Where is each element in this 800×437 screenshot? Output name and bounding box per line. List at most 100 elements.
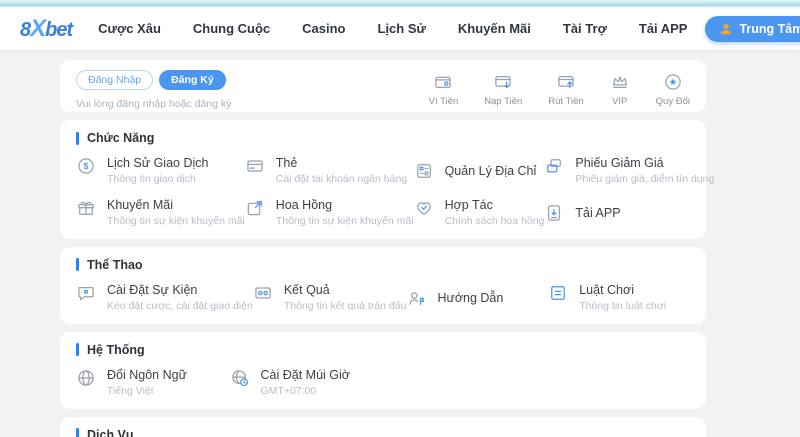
menu-item-text: Hoa Hồng Thông tin sự kiện khuyến mãi [276,198,414,228]
quick-action[interactable]: Nạp Tiền [484,72,522,107]
browser-top-strip [0,0,800,7]
section-accent-bar [76,428,79,437]
section-grid: $ Lịch Sử Giao Dịch Thông tin giao dịch … [76,156,690,228]
menu-item-subtitle: Thông tin luật chơi [579,300,666,313]
section-title: Hệ Thống [87,343,145,357]
account-login-button[interactable]: Đăng Nhập [76,70,153,90]
menu-item-text: Quản Lý Địa Chỉ [445,164,537,178]
menu-item[interactable]: $ Lịch Sử Giao Dịch Thông tin giao dịch [76,156,245,186]
menu-item-title: Thẻ [276,156,407,170]
menu-item-title: Luật Chơi [579,283,666,297]
menu-item[interactable]: Hoa Hồng Thông tin sự kiện khuyến mãi [245,198,414,228]
account-hint-text: Vui lòng đăng nhập hoặc đăng ký [76,98,232,110]
menu-item-text: Kết Quả Thông tin kết quả trận đấu [284,283,407,313]
menu-item[interactable]: Thẻ Cài đặt tài khoản ngân hàng [245,156,414,186]
section-card: Chức Năng $ Lịch Sử Giao Dịch Thông tin … [60,120,706,239]
menu-item-text: Hướng Dẫn [437,291,503,305]
menu-item[interactable]: Quản Lý Địa Chỉ [414,156,545,186]
nav-item[interactable]: Chung Cuộc [193,21,270,36]
chat-bubble-icon [76,283,96,303]
section-card: Hệ Thống Đổi Ngôn Ngữ Tiếng Việt Cài Đặt… [60,332,706,409]
section-header: Chức Năng [76,131,690,145]
section-grid: Đổi Ngôn Ngữ Tiếng Việt Cài Đặt Múi Giờ … [76,368,690,398]
nav-menu: Cược Xâu Chung Cuộc Casino Lịch Sử Khuyế… [98,21,687,36]
dollar-circle-icon: $ [76,156,96,176]
section-card: Dịch Vụ [60,417,706,437]
nav-item[interactable]: Tải APP [639,21,688,36]
menu-item-subtitle: Kéo đặt cược, cài đặt giao diện [107,300,253,313]
menu-item[interactable]: Hợp Tác Chính sách hoa hồng [414,198,545,228]
scoreboard-icon [253,283,273,303]
quick-action[interactable]: Rút Tiền [548,72,583,107]
menu-item-title: Lịch Sử Giao Dịch [107,156,208,170]
nav-item[interactable]: Cược Xâu [98,21,161,36]
vip-crown-icon [610,72,630,92]
menu-item[interactable]: Đổi Ngôn Ngữ Tiếng Việt [76,368,230,398]
menu-item-subtitle: Chính sách hoa hồng [445,215,545,228]
menu-item[interactable]: Tải APP [544,198,714,228]
section-accent-bar [76,132,79,145]
section-title: Thể Thao [87,258,143,272]
menu-item[interactable]: Hướng Dẫn [406,283,548,313]
menu-item-title: Cài Đặt Múi Giờ [261,368,350,382]
menu-item-title: Khuyến Mãi [107,198,245,212]
globe-icon [76,368,96,388]
section-accent-bar [76,258,79,271]
handshake-heart-icon [414,198,434,218]
quick-action-label: Ví Tiền [429,96,459,107]
account-register-button[interactable]: Đăng Ký [159,70,226,90]
timezone-clock-icon [230,368,250,388]
sections-root: Chức Năng $ Lịch Sử Giao Dịch Thông tin … [60,120,800,437]
quick-action-label: Quy Đổi [656,96,690,107]
quick-action[interactable]: Quy Đổi [656,72,690,107]
member-center-label: Trung Tâm Thành Viên [739,22,800,36]
menu-item-title: Phiếu Giảm Giá [575,156,714,170]
menu-item-title: Kết Quả [284,283,407,297]
menu-item[interactable]: Phiếu Giảm Giá Phiếu giảm giá, điểm tín … [544,156,714,186]
quick-action-label: Rút Tiền [548,96,583,107]
nav-item[interactable]: Casino [302,21,345,36]
section-header: Hệ Thống [76,343,690,357]
menu-item-text: Cài Đặt Múi Giờ GMT+07:00 [261,368,350,398]
menu-item[interactable]: Cài Đặt Sự Kiện Kéo đặt cược, cài đặt gi… [76,283,253,313]
menu-item[interactable]: Luật Chơi Thông tin luật chơi [548,283,690,313]
withdraw-icon [556,72,576,92]
member-icon [719,22,733,36]
menu-item-subtitle: Phiếu giảm giá, điểm tín dụng [575,173,714,186]
nav-item[interactable]: Khuyến Mãi [458,21,531,36]
menu-item[interactable]: Khuyến Mãi Thông tin sự kiện khuyến mãi [76,198,245,228]
menu-item-text: Tải APP [575,206,620,220]
svg-text:$: $ [84,161,89,171]
section-title: Dịch Vụ [87,428,134,437]
quick-actions: Ví Tiền Nạp Tiền Rút Tiền VIP Quy Đổi [429,70,690,107]
quick-action-label: Nạp Tiền [484,96,522,107]
menu-item[interactable]: Kết Quả Thông tin kết quả trận đấu [253,283,407,313]
menu-item-subtitle: Cài đặt tài khoản ngân hàng [276,173,407,186]
menu-item[interactable]: Cài Đặt Múi Giờ GMT+07:00 [230,368,384,398]
menu-item-title: Hợp Tác [445,198,545,212]
navbar: 8Xbet Cược Xâu Chung Cuộc Casino Lịch Sử… [0,7,800,50]
menu-item-text: Lịch Sử Giao Dịch Thông tin giao dịch [107,156,208,186]
site-logo[interactable]: 8Xbet [20,15,72,43]
menu-item-title: Cài Đặt Sự Kiện [107,283,253,297]
menu-item-title: Hướng Dẫn [437,291,503,305]
exchange-icon [663,72,683,92]
menu-item-subtitle: Thông tin sự kiện khuyến mãi [276,215,414,228]
nav-item[interactable]: Tài Trợ [563,21,607,36]
gift-icon [76,198,96,218]
coupon-icon [544,156,564,176]
section-grid: Cài Đặt Sự Kiện Kéo đặt cược, cài đặt gi… [76,283,690,313]
menu-item-text: Thẻ Cài đặt tài khoản ngân hàng [276,156,407,186]
menu-item-subtitle: Tiếng Việt [107,385,187,398]
quick-action[interactable]: VIP [610,72,630,107]
address-book-icon [414,161,434,181]
section-card: Thể Thao Cài Đặt Sự Kiện Kéo đặt cược, c… [60,247,706,324]
account-card: Đăng Nhập Đăng Ký Vui lòng đăng nhập hoặ… [60,60,706,112]
quick-action[interactable]: Ví Tiền [429,72,459,107]
deposit-icon [493,72,513,92]
menu-item-subtitle: Thông tin giao dịch [107,173,208,186]
member-center-button[interactable]: Trung Tâm Thành Viên [705,16,800,42]
nav-item[interactable]: Lịch Sử [378,21,426,36]
menu-item-subtitle: Thông tin kết quả trận đấu [284,300,407,313]
bank-card-icon [245,156,265,176]
